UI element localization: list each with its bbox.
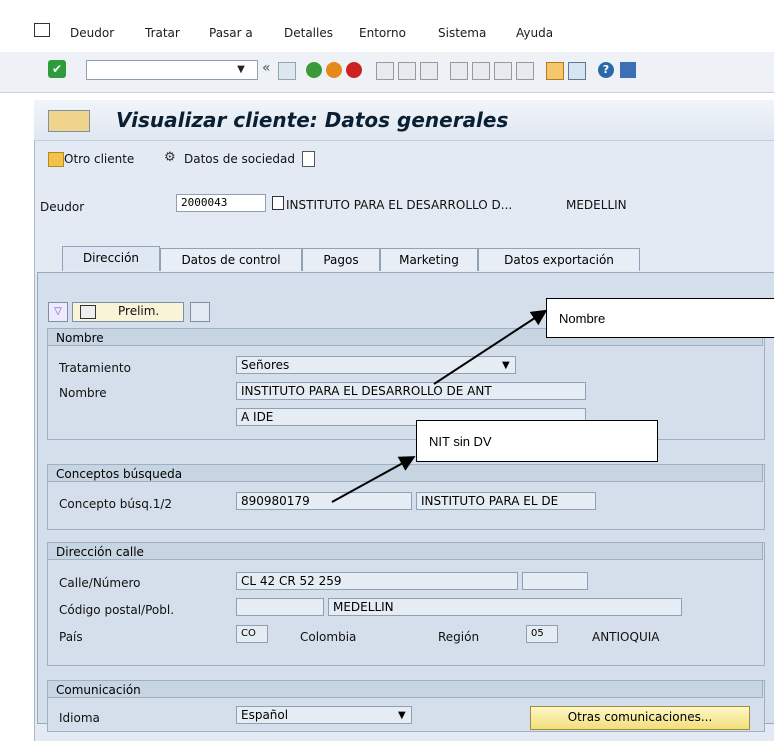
arrow-nit	[331, 456, 416, 503]
arrow-nombre	[433, 309, 548, 385]
annotation-arrows	[331, 309, 548, 503]
